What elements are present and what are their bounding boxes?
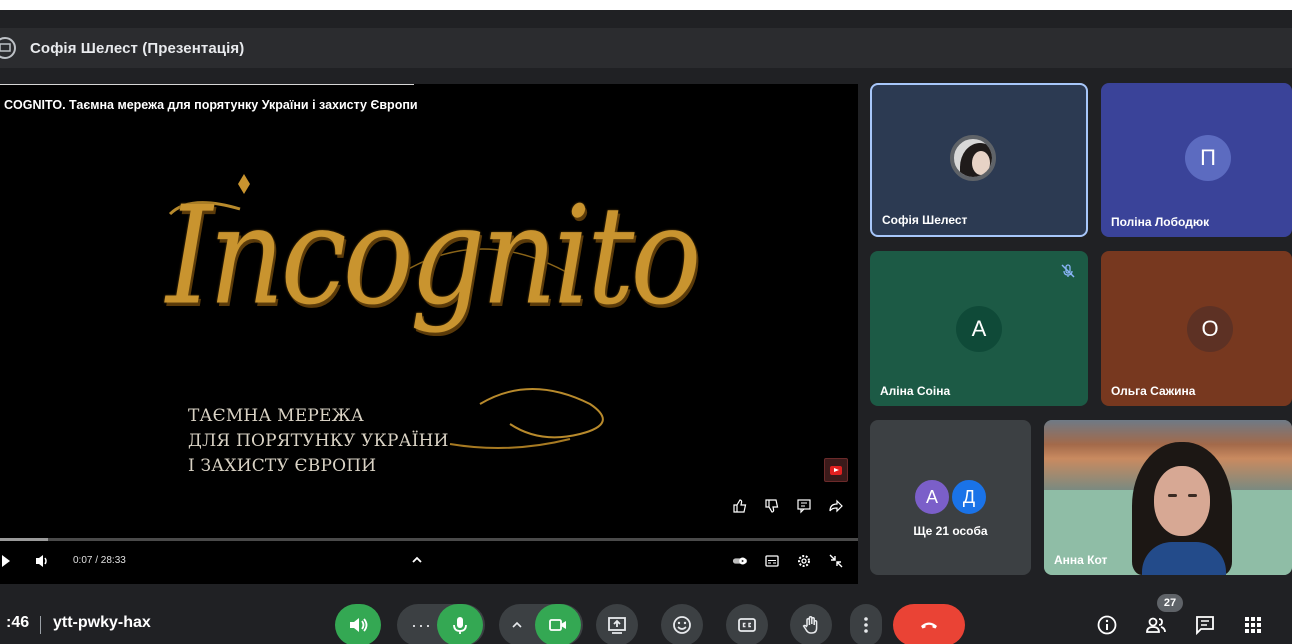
play-icon[interactable] — [2, 555, 10, 567]
captions-icon — [738, 618, 756, 632]
participant-video — [1118, 442, 1248, 575]
chat-button[interactable] — [1192, 612, 1218, 638]
activities-icon — [1245, 617, 1261, 633]
raise-hand-icon — [802, 616, 818, 634]
participant-name: Поліна Лободюк — [1111, 215, 1210, 229]
emoji-icon — [673, 616, 691, 634]
avatar — [950, 135, 996, 181]
meet-window: Софія Шелест (Презентація) COGNITO. Таєм… — [0, 10, 1292, 644]
video-actions — [730, 496, 846, 516]
leave-call-button[interactable] — [893, 604, 965, 644]
tagline-line: І ЗАХИСТУ ЄВРОПИ — [188, 456, 377, 476]
subtitles-icon[interactable] — [762, 551, 782, 571]
emoji-button[interactable] — [661, 604, 703, 644]
video-time: 0:07 / 28:33 — [73, 555, 126, 566]
participant-count-badge: 27 — [1157, 594, 1183, 612]
present-button[interactable] — [596, 604, 638, 644]
video-title[interactable]: COGNITO. Таємна мережа для порятунку Укр… — [4, 98, 418, 112]
avatar: П — [1185, 135, 1231, 181]
participant-tile[interactable]: А Аліна Соіна — [870, 251, 1088, 406]
chevron-up-icon[interactable] — [410, 553, 424, 567]
participant-tile[interactable]: П Поліна Лободюк — [1101, 83, 1292, 237]
thumb-up-icon[interactable] — [730, 496, 750, 516]
people-icon — [1146, 617, 1166, 633]
participant-name: Софія Шелест — [882, 213, 968, 227]
camera-icon — [549, 619, 566, 631]
info-icon — [1097, 615, 1117, 635]
tagline: ТАЄМНА МЕРЕЖА ДЛЯ ПОРЯТУНКУ УКРАЇНИ І ЗА… — [188, 404, 449, 479]
meeting-details-button[interactable] — [1094, 612, 1120, 638]
people-button[interactable] — [1143, 612, 1169, 638]
mic-group: ··· — [397, 604, 485, 644]
speaker-button[interactable] — [335, 604, 381, 644]
more-participants-tile[interactable]: А Д Ще 21 особа — [870, 420, 1031, 575]
avatar: А — [956, 306, 1002, 352]
presenter-title: Софія Шелест (Презентація) — [30, 39, 245, 57]
divider — [40, 616, 41, 634]
mic-icon — [453, 617, 467, 634]
chevron-up-icon[interactable] — [511, 619, 523, 631]
camera-button[interactable] — [535, 604, 581, 644]
mic-button[interactable] — [437, 604, 483, 644]
more-icon[interactable]: ··· — [411, 615, 432, 636]
video-progress-fill — [0, 538, 48, 541]
comment-icon[interactable] — [794, 496, 814, 516]
more-participants-label: Ще 21 особа — [913, 524, 988, 538]
activities-button[interactable] — [1240, 612, 1266, 638]
presentation-header: Софія Шелест (Презентація) — [0, 28, 1292, 68]
camera-group — [499, 604, 583, 644]
logo-title: Incognito — [166, 176, 701, 335]
mic-off-icon — [1061, 264, 1075, 278]
hang-up-icon — [921, 622, 937, 629]
avatar: О — [1187, 306, 1233, 352]
tagline-line: ДЛЯ ПОРЯТУНКУ УКРАЇНИ — [188, 431, 449, 451]
raise-hand-button[interactable] — [790, 604, 832, 644]
meeting-code[interactable]: ytt-pwky-hax — [53, 614, 151, 632]
avatar: Д — [950, 478, 988, 516]
more-options-button[interactable] — [850, 604, 882, 644]
presentation-icon — [0, 37, 16, 59]
participant-name: Аліна Соіна — [880, 384, 951, 398]
tagline-line: ТАЄМНА МЕРЕЖА — [188, 406, 364, 426]
clock: :46 — [6, 614, 30, 631]
youtube-icon[interactable] — [824, 458, 848, 482]
participant-tile[interactable]: О Ольга Сажина — [1101, 251, 1292, 406]
divider — [0, 84, 414, 85]
player-controls: 0:07 / 28:33 — [0, 546, 858, 576]
participant-name: Анна Кот — [1054, 553, 1108, 567]
participant-video-tile[interactable]: Анна Кот — [1044, 420, 1292, 575]
avatar: А — [913, 478, 951, 516]
chat-icon — [1196, 616, 1214, 636]
video-progress-bar[interactable] — [0, 538, 858, 541]
more-icon — [864, 617, 868, 633]
participant-name: Ольга Сажина — [1111, 384, 1196, 398]
exit-fullscreen-icon[interactable] — [826, 551, 846, 571]
captions-button[interactable] — [726, 604, 768, 644]
volume-icon[interactable] — [34, 553, 52, 569]
speaker-icon — [350, 618, 368, 632]
present-icon — [608, 617, 626, 634]
share-icon[interactable] — [826, 496, 846, 516]
thumb-down-icon[interactable] — [762, 496, 782, 516]
presentation-screen: COGNITO. Таємна мережа для порятунку Укр… — [0, 84, 858, 584]
settings-icon[interactable] — [794, 551, 814, 571]
participant-tile[interactable]: Софія Шелест — [870, 83, 1088, 237]
autoplay-icon[interactable] — [730, 551, 750, 571]
